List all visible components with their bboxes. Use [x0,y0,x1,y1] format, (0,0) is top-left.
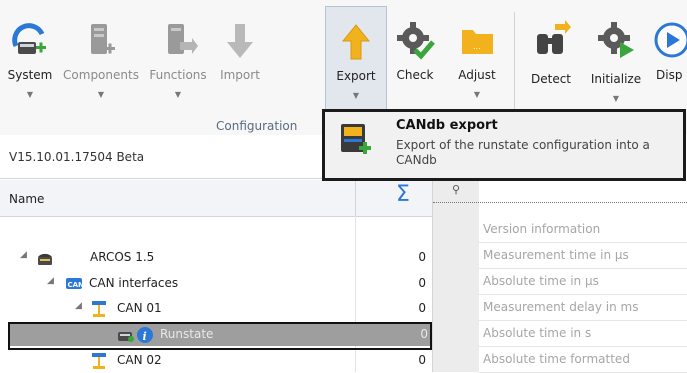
name-column-header[interactable]: Name [9,192,44,206]
collapse-icon[interactable]: ◢ [20,250,27,260]
components-button[interactable]: Components ▼ [58,6,144,112]
adjust-button[interactable]: ... Adjust ▼ [446,6,508,112]
property-label: Measurement time in µs [483,248,629,262]
chevron-down-icon: ▼ [26,90,34,99]
device-icon [38,253,52,265]
tree-row-label: CAN 02 [117,353,162,367]
ribbon-separator [514,12,515,112]
initialize-button[interactable]: Initialize ▼ [584,6,648,112]
functions-button[interactable]: Functions ▼ [146,6,210,112]
property-label: Version information [483,222,601,236]
properties-header: ⚲ [433,180,687,203]
collapse-icon[interactable]: ◢ [47,276,54,286]
selection-highlight [8,322,432,350]
svg-text:...: ... [473,42,481,51]
tree-row-count: 0 [418,301,426,315]
tooltip-description: Export of the runstate configuration int… [396,138,650,167]
version-label: V15.10.01.17504 Beta [9,150,145,164]
chevron-down-icon: ▼ [174,90,182,99]
tree-row-label: CAN 01 [117,301,162,315]
property-label: Absolute time in µs [483,274,599,288]
detect-button[interactable]: Detect [521,6,581,112]
import-label: Import [220,68,260,82]
property-label: Absolute time in s [483,326,592,340]
tree-row-count: 0 [418,353,426,367]
properties-side-strip [433,180,479,372]
check-gear-icon [397,22,435,60]
property-row[interactable]: Measurement delay in ms [479,294,687,321]
tree-row-count: 0 [418,250,426,264]
pin-icon[interactable]: ⚲ [452,183,460,196]
tree-row-count: 0 [418,276,426,290]
components-label: Components [63,68,139,82]
export-tooltip: CANdb export Export of the runstate conf… [322,109,686,181]
folder-icon: ... [462,30,493,54]
tree-row[interactable]: ◢ CAN CAN interfaces 0 [0,273,432,295]
import-arrow-icon [227,24,253,58]
play-circle-icon [654,22,687,58]
binoculars-icon [537,20,571,54]
column-divider[interactable] [355,180,356,216]
system-label: System [7,68,53,82]
tooltip-title: CANdb export [396,118,498,133]
system-icon [12,23,46,54]
components-icon [91,24,115,54]
detect-label: Detect [530,72,571,86]
system-button[interactable]: System ▼ [4,6,56,112]
check-label: Check [396,68,434,82]
export-button[interactable]: Export ▼ [325,6,387,112]
property-row[interactable]: Absolute time formatted [479,346,687,373]
chevron-down-icon: ▼ [473,90,481,99]
export-arrow-icon [341,24,371,60]
adjust-label: Adjust [458,68,496,82]
chevron-down-icon: ▼ [97,90,105,99]
can-node-icon [92,301,106,317]
initialize-gear-icon [598,22,634,58]
tree-row[interactable]: ◢ CAN 01 0 [0,298,432,320]
display-button[interactable]: Disp [652,6,687,112]
tree-header: Name Σ [0,180,432,217]
properties-panel: ⚲ Version information Measurement time i… [433,180,687,373]
tree-row-label: CAN interfaces [89,276,179,290]
functions-icon [168,24,198,54]
export-label: Export [336,69,376,83]
property-label: Measurement delay in ms [483,300,639,314]
configuration-group-label: Configuration [216,119,298,133]
can-node-icon [92,353,106,369]
property-label: Absolute time formatted [483,352,630,366]
initialize-label: Initialize [590,72,642,86]
tree-row[interactable]: ◢ ARCOS 1.5 0 [0,247,432,269]
property-row[interactable]: Version information [479,216,687,243]
can-icon: CAN [66,278,84,289]
candb-export-icon [341,124,371,154]
chevron-down-icon: ▼ [612,94,620,103]
svg-text:CAN: CAN [68,281,84,289]
collapse-icon[interactable]: ◢ [75,301,82,311]
sum-column-header[interactable]: Σ [396,182,410,207]
tree-row[interactable]: CAN 02 0 [0,350,432,372]
property-row[interactable]: Absolute time in s [479,320,687,347]
import-button[interactable]: Import [213,6,267,112]
display-label: Disp [656,68,683,82]
property-row[interactable]: Absolute time in µs [479,268,687,295]
tree-row-label: ARCOS 1.5 [90,250,155,264]
property-row[interactable]: Measurement time in µs [479,242,687,269]
chevron-down-icon: ▼ [352,91,360,100]
functions-label: Functions [149,68,207,82]
check-button[interactable]: Check [390,6,440,112]
